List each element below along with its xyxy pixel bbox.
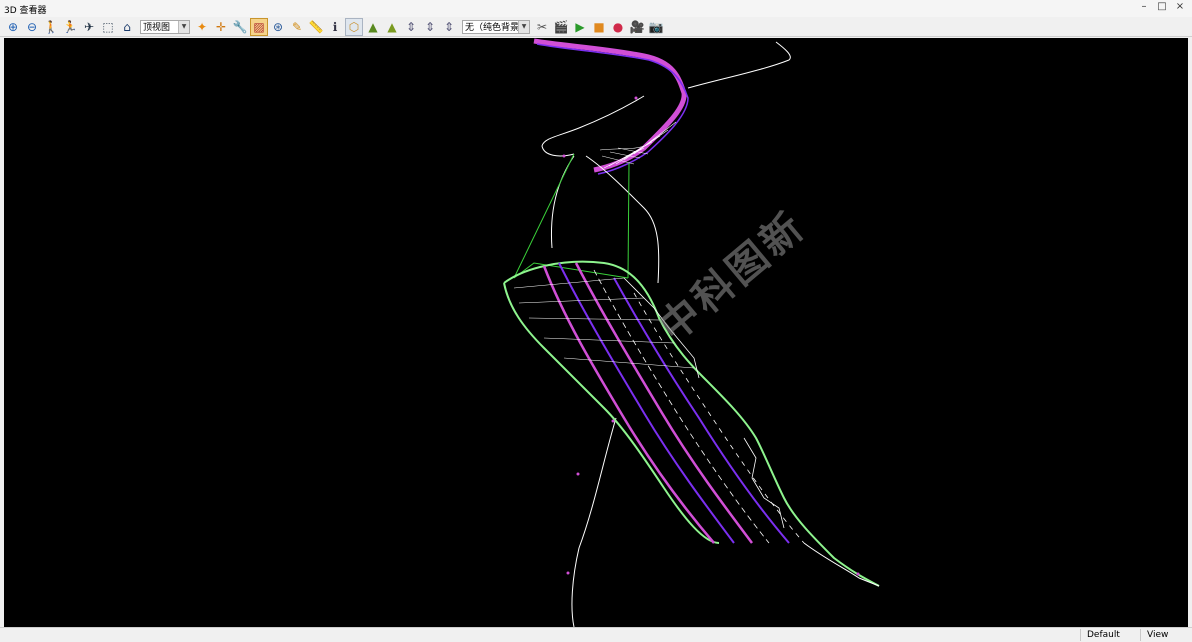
info-icon[interactable]: ℹ	[326, 18, 344, 36]
green-connectors	[513, 153, 630, 279]
view-select[interactable]: 顶视图 ▼	[140, 19, 190, 34]
road-model-scene	[503, 38, 880, 627]
background-select-value: 无（纯色背景）	[465, 23, 518, 33]
tools-icon[interactable]: ✂	[533, 18, 551, 36]
zoom-out-icon[interactable]: ⊖	[23, 18, 41, 36]
close-button[interactable]: ×	[1174, 1, 1186, 12]
status-state: View	[1140, 629, 1191, 641]
draw-toggle-icon[interactable]: ▨	[250, 17, 268, 36]
upper-road	[533, 38, 689, 175]
video-camera-icon[interactable]: 🎥	[628, 18, 646, 36]
status-mode: Default	[1080, 629, 1139, 641]
chevron-down-icon[interactable]: ▼	[518, 20, 529, 33]
view-select-value: 顶视图	[143, 23, 171, 33]
pencil-icon[interactable]: ✎	[288, 18, 306, 36]
elevation-down-icon[interactable]: ⇕	[421, 18, 439, 36]
stop-icon[interactable]: ■	[590, 18, 608, 36]
elevation-up-icon[interactable]: ⇕	[402, 18, 420, 36]
zoom-in-icon[interactable]: ⊕	[4, 18, 22, 36]
window-title: 3D 查看器	[4, 6, 47, 16]
terrain-edit-icon[interactable]: ▲	[383, 18, 401, 36]
minimize-button[interactable]: –	[1138, 1, 1150, 12]
title-bar: 3D 查看器 – □ ×	[0, 0, 1192, 17]
record-icon[interactable]: ●	[609, 18, 627, 36]
3d-viewport[interactable]: 中科图新	[4, 38, 1188, 627]
play-icon[interactable]: ▶	[571, 18, 589, 36]
camera-icon[interactable]: 📷	[647, 18, 665, 36]
walk-icon[interactable]: 🚶	[42, 18, 60, 36]
background-select[interactable]: 无（纯色背景） ▼	[462, 19, 530, 34]
orbit-center-icon[interactable]: ✦	[193, 18, 211, 36]
ruler-icon[interactable]: 📏	[307, 18, 325, 36]
clapper-icon[interactable]: 🎬	[552, 18, 570, 36]
box-view-icon[interactable]: ⬚	[99, 18, 117, 36]
maximize-button[interactable]: □	[1156, 1, 1168, 12]
chevron-down-icon[interactable]: ▼	[178, 20, 189, 33]
terrain-icon[interactable]: ▲	[364, 18, 382, 36]
window-controls: – □ ×	[1138, 1, 1186, 12]
status-bar: Default View	[0, 627, 1192, 642]
run-icon[interactable]: 🏃	[61, 18, 79, 36]
orbit-icon[interactable]: ⊛	[269, 18, 287, 36]
fly-icon[interactable]: ✈	[80, 18, 98, 36]
crosshair-icon[interactable]: ✛	[212, 18, 230, 36]
toolbar: ⊕ ⊖ 🚶 🏃 ✈ ⬚ ⌂ 顶视图 ▼ ✦ ✛ 🔧 ▨ ⊛ ✎ 📏 ℹ ⬡ ▲ …	[0, 17, 1192, 37]
select-icon[interactable]: ⬡	[345, 17, 363, 36]
wrench-icon[interactable]: 🔧	[231, 18, 249, 36]
home-icon[interactable]: ⌂	[118, 18, 136, 36]
elevation-set-icon[interactable]: ⇕	[440, 18, 458, 36]
